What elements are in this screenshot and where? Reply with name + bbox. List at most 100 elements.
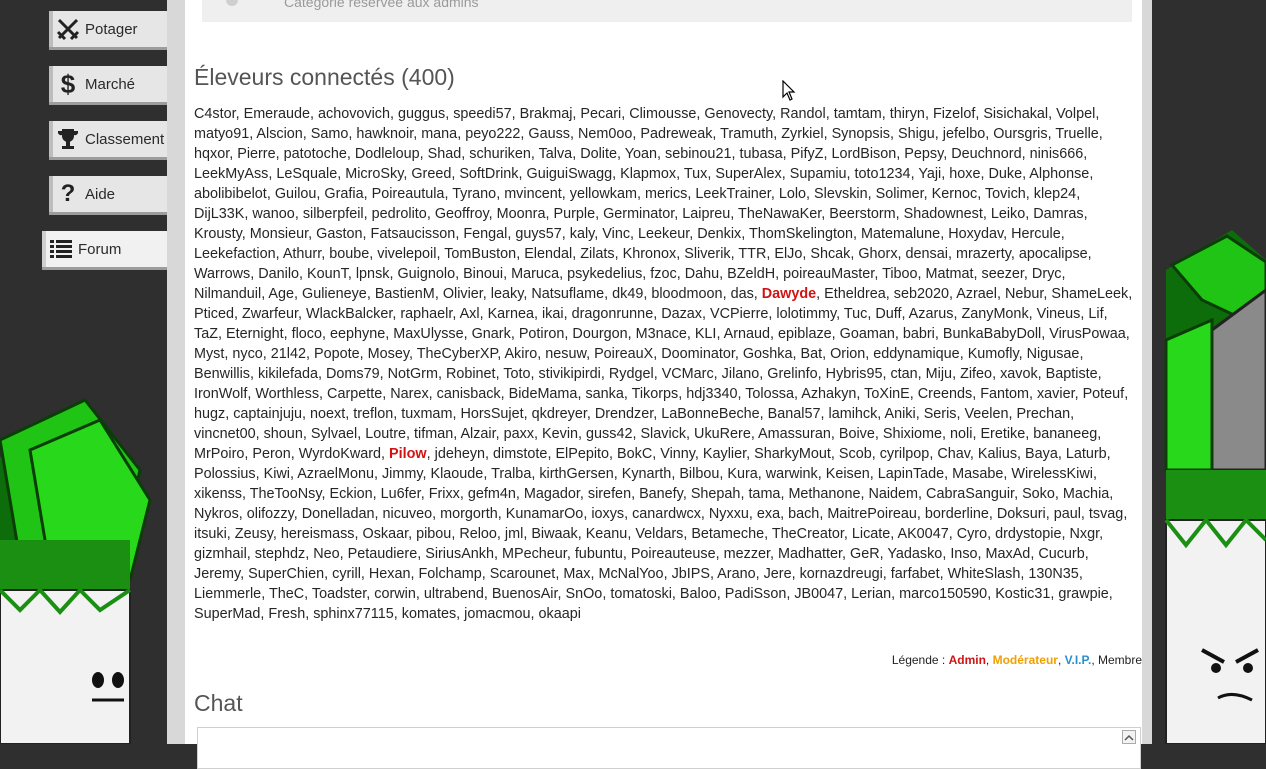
user-link[interactable]: Boive <box>839 426 875 442</box>
user-link[interactable]: Tralba <box>491 466 531 482</box>
user-link[interactable]: Pticed <box>194 306 234 322</box>
user-link[interactable]: Popote <box>314 346 360 362</box>
user-link[interactable]: Peron <box>252 446 290 462</box>
user-link[interactable]: TaZ <box>194 326 218 342</box>
user-link[interactable]: Alscion <box>256 126 302 142</box>
user-link[interactable]: SuperChien <box>248 566 324 582</box>
user-link[interactable]: Prechan <box>1017 406 1071 422</box>
user-link[interactable]: Tikorps <box>632 386 679 402</box>
user-link[interactable]: floco <box>292 326 322 342</box>
user-link[interactable]: jml <box>505 526 523 542</box>
user-link[interactable]: pedrolito <box>372 206 427 222</box>
user-link[interactable]: hereismass <box>281 526 355 542</box>
user-link[interactable]: toto1234 <box>855 166 911 182</box>
user-link[interactable]: MaxUlysse <box>393 326 463 342</box>
user-link[interactable]: ioxys <box>591 506 624 522</box>
user-link[interactable]: Licate <box>852 526 890 542</box>
user-link[interactable]: Matemalune <box>861 226 940 242</box>
user-link[interactable]: Talva <box>539 146 573 162</box>
nav-item-marche[interactable]: $ Marché <box>49 66 171 102</box>
user-link[interactable]: Naidem <box>868 486 918 502</box>
user-link[interactable]: Petaudiere <box>348 546 418 562</box>
user-link[interactable]: PoireauX <box>594 346 653 362</box>
user-link[interactable]: hawknoir <box>356 126 413 142</box>
user-link[interactable]: tifman <box>414 426 453 442</box>
user-link[interactable]: matyo91 <box>194 126 249 142</box>
user-link[interactable]: Sliverik <box>684 246 730 262</box>
user-link[interactable]: seb2020 <box>894 286 949 302</box>
user-link[interactable]: borderline <box>925 506 989 522</box>
user-link[interactable]: wanoo <box>252 206 294 222</box>
user-link[interactable]: cyrill <box>332 566 361 582</box>
user-link[interactable]: das <box>731 286 754 302</box>
user-link[interactable]: mana <box>421 126 457 142</box>
user-link[interactable]: Dodleloup <box>355 146 420 162</box>
user-link[interactable]: GeR <box>850 546 880 562</box>
user-link[interactable]: marco150590 <box>899 586 987 602</box>
user-link[interactable]: dragonrunne <box>572 306 654 322</box>
user-link[interactable]: dimstote <box>493 446 547 462</box>
user-link[interactable]: Athurr <box>283 246 321 262</box>
user-link[interactable]: hugz <box>194 406 225 422</box>
user-link[interactable]: pibou <box>416 526 451 542</box>
user-link[interactable]: 21l42 <box>271 346 306 362</box>
user-link[interactable]: Brakmaj <box>520 106 573 122</box>
user-link[interactable]: Kevin <box>542 426 578 442</box>
user-link[interactable]: Kalius <box>978 446 1017 462</box>
user-link[interactable]: leaky <box>491 286 524 302</box>
user-link[interactable]: Nem0oo <box>578 126 632 142</box>
user-link[interactable]: Grafia <box>324 186 363 202</box>
user-link[interactable]: Matmat <box>926 266 974 282</box>
user-link[interactable]: Khronox <box>623 246 677 262</box>
user-link[interactable]: TTR <box>738 246 766 262</box>
user-link[interactable]: merics <box>645 186 687 202</box>
user-link[interactable]: McNalYoo <box>599 566 664 582</box>
user-link[interactable]: SnOo <box>566 586 603 602</box>
user-link[interactable]: KounT <box>307 266 348 282</box>
user-link[interactable]: Lerian <box>851 586 891 602</box>
user-link[interactable]: SiriusAnkh <box>425 546 494 562</box>
user-link[interactable]: TheC <box>269 586 304 602</box>
user-link[interactable]: stephdz <box>255 546 305 562</box>
user-link[interactable]: Emeraude <box>244 106 310 122</box>
user-link[interactable]: Elendal <box>524 246 572 262</box>
user-link[interactable]: Alzair <box>460 426 495 442</box>
user-link[interactable]: Yoan <box>625 146 657 162</box>
user-link[interactable]: abolibibelot <box>194 186 267 202</box>
user-link[interactable]: Slavick <box>640 426 686 442</box>
user-link[interactable]: canardwcx <box>632 506 701 522</box>
user-link[interactable]: Orion <box>830 346 865 362</box>
user-link[interactable]: mrazerty <box>956 246 1011 262</box>
user-link[interactable]: kikilefada <box>258 366 318 382</box>
user-link[interactable]: Dawyde <box>762 286 816 302</box>
user-link[interactable]: Leekeur <box>638 226 689 242</box>
user-link[interactable]: Betameche <box>691 526 764 542</box>
user-link[interactable]: canisback <box>437 386 501 402</box>
user-link[interactable]: sanka <box>585 386 623 402</box>
user-link[interactable]: Monsieur <box>250 226 308 242</box>
user-link[interactable]: Zwarfeur <box>242 306 298 322</box>
user-link[interactable]: corwin <box>374 586 416 602</box>
user-link[interactable]: sebinou21 <box>665 146 731 162</box>
user-link[interactable]: TheCyberXP <box>417 346 498 362</box>
user-link[interactable]: Aniki <box>884 406 915 422</box>
user-link[interactable]: CabraSanguir <box>926 486 1014 502</box>
user-link[interactable]: Alphonse <box>1029 166 1089 182</box>
user-link[interactable]: Nyxxu <box>709 506 749 522</box>
user-link[interactable]: KunamarOo <box>506 506 584 522</box>
user-link[interactable]: Dourgon <box>572 326 627 342</box>
user-link[interactable]: Kaylier <box>703 446 746 462</box>
user-link[interactable]: 130N35 <box>1028 566 1078 582</box>
user-link[interactable]: LeekTrainer <box>695 186 770 202</box>
user-link[interactable]: Inso <box>950 546 977 562</box>
user-link[interactable]: Dryc <box>1032 266 1062 282</box>
user-link[interactable]: Poireauteuse <box>631 546 716 562</box>
user-link[interactable]: Scarounet <box>490 566 556 582</box>
user-link[interactable]: Madhatter <box>778 546 842 562</box>
user-link[interactable]: Bilbou <box>679 466 719 482</box>
user-link[interactable]: Padreweak <box>640 126 712 142</box>
user-link[interactable]: Azrael <box>956 286 997 302</box>
user-link[interactable]: yellowkam <box>570 186 637 202</box>
user-link[interactable]: vivelepoil <box>377 246 436 262</box>
user-link[interactable]: Etheldrea <box>824 286 886 302</box>
